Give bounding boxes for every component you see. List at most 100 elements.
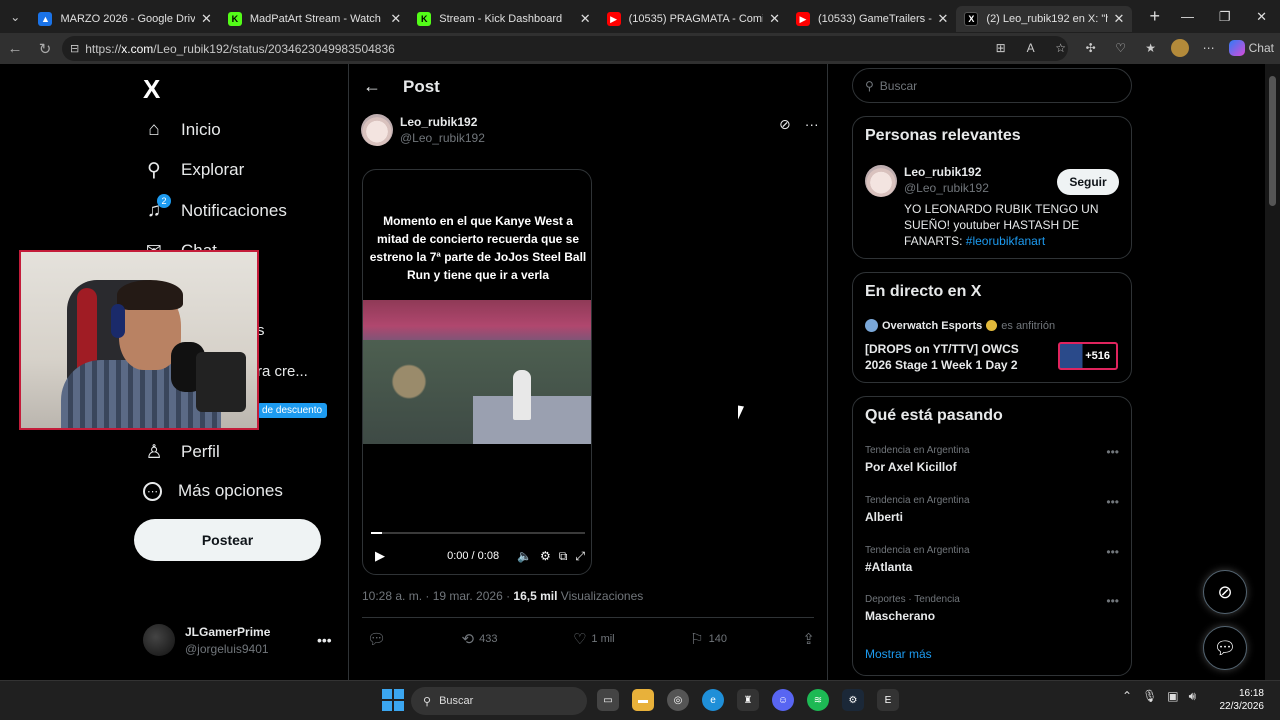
browser-tab[interactable]: ▲ MARZO 2026 - Google Drive ✕ <box>30 6 219 32</box>
nav-item-home[interactable]: ⌂ Inicio <box>143 119 220 141</box>
browser-tab[interactable]: K Stream - Kick Dashboard ✕ <box>409 6 598 32</box>
nav-item-profile[interactable]: ♙ Perfil <box>143 441 219 463</box>
close-icon[interactable]: ✕ <box>580 11 591 27</box>
steam-icon[interactable]: ⚙ <box>842 689 864 711</box>
site-info-icon[interactable]: ⊟ <box>70 42 79 55</box>
nav-item-explore[interactable]: ⚲ Explorar <box>143 159 244 181</box>
trend-item[interactable]: Tendencia en Argentina #Atlanta ••• <box>865 545 1121 574</box>
reply-button[interactable]: 💬︎ <box>367 630 386 648</box>
app-available-icon[interactable]: ⊞ <box>991 38 1011 58</box>
chat-label[interactable]: Chat <box>1249 38 1274 58</box>
new-tab-button[interactable]: + <box>1140 2 1169 32</box>
close-window-icon[interactable]: ✕ <box>1243 0 1280 33</box>
browser-tab[interactable]: ▶ (10535) PRAGMATA - Coming 2 ✕ <box>599 6 788 32</box>
taskbar-clock[interactable]: 16:18 22/3/2026 <box>1218 687 1265 713</box>
settings-more-icon[interactable]: ⋯ <box>1199 38 1219 58</box>
post-author[interactable]: Leo_rubik192 @Leo_rubik192 <box>361 114 485 146</box>
author-name[interactable]: Leo_rubik192 <box>400 115 485 129</box>
repost-button[interactable]: ⟲ 433 <box>462 630 498 648</box>
trend-item[interactable]: Deportes · Tendencia Mascherano ••• <box>865 594 1121 623</box>
more-icon[interactable]: ••• <box>1106 445 1119 459</box>
close-icon[interactable]: ✕ <box>938 11 949 27</box>
network-icon[interactable]: ▣ <box>1167 689 1178 704</box>
spotify-icon[interactable]: ≋ <box>807 689 829 711</box>
task-view-icon[interactable]: ▭ <box>597 689 619 711</box>
volume-icon[interactable]: 🔈 <box>517 549 532 563</box>
nav-item-more[interactable]: ⋯ Más opciones <box>143 481 283 501</box>
more-icon[interactable]: ••• <box>1106 545 1119 559</box>
account-switcher[interactable]: JLGamerPrime @jorgeluis9401 ••• <box>143 624 332 656</box>
trend-item[interactable]: Tendencia en Argentina Por Axel Kicillof… <box>865 445 1121 474</box>
like-button[interactable]: ♡ 1 mil <box>573 630 615 648</box>
volume-icon[interactable]: 🔊︎ <box>1189 689 1197 704</box>
app-icon[interactable]: ◎ <box>667 689 689 711</box>
grok-fab-icon[interactable]: ⊘ <box>1203 570 1247 614</box>
video-progress-bar[interactable] <box>371 532 585 534</box>
taskbar-search[interactable]: ⚲ Buscar <box>411 687 587 715</box>
post-timestamp[interactable]: 10:28 a. m. · 19 mar. 2026 · <box>362 589 513 603</box>
favorite-star-icon[interactable]: ☆ <box>1051 38 1071 58</box>
picture-in-picture-icon[interactable]: ⧉ <box>559 549 568 564</box>
back-icon[interactable]: ← <box>0 34 30 64</box>
favorites-icon[interactable]: ★ <box>1141 38 1161 58</box>
epic-games-icon[interactable]: E <box>877 689 899 711</box>
relevant-person[interactable]: Leo_rubik192 @Leo_rubik192 <box>865 165 989 197</box>
more-icon[interactable]: ··· <box>805 116 819 133</box>
close-icon[interactable]: ✕ <box>1114 11 1125 27</box>
back-arrow-icon[interactable]: ← <box>363 76 381 97</box>
browser-tab[interactable]: ▶ (10533) GameTrailers - YouTube ✕ <box>788 6 956 32</box>
url-input[interactable]: ⊟ https://x.com/Leo_rubik192/status/2034… <box>62 36 1068 61</box>
live-stream-title[interactable]: [DROPS on YT/TTV] OWCS 2026 Stage 1 Week… <box>865 341 1045 373</box>
windows-start-icon[interactable] <box>382 689 404 711</box>
follow-button[interactable]: Seguir <box>1057 169 1119 195</box>
refresh-icon[interactable]: ↻ <box>30 34 60 64</box>
app-icon[interactable]: ♜ <box>737 689 759 711</box>
post-button[interactable]: Postear <box>134 519 321 561</box>
nav-partial-label-creators[interactable]: ra cre... <box>257 363 308 380</box>
browser-tab-active[interactable]: X (2) Leo_rubik192 en X: "https:// ✕ <box>956 6 1133 32</box>
scrollbar-thumb[interactable] <box>1269 76 1276 206</box>
discord-icon[interactable]: ☺ <box>772 689 794 711</box>
browser-essentials-icon[interactable]: ♡ <box>1111 38 1131 58</box>
minimize-icon[interactable]: — <box>1169 0 1206 33</box>
grok-icon[interactable]: ⊘ <box>779 116 791 133</box>
restore-icon[interactable]: ❐ <box>1206 0 1243 33</box>
x-logo-icon[interactable]: X <box>143 74 160 105</box>
live-listener-count[interactable]: +516 <box>1058 342 1118 370</box>
tab-actions-menu-button[interactable]: ⌄ <box>0 0 30 33</box>
messages-fab-icon[interactable]: 💬︎ <box>1203 626 1247 670</box>
avatar[interactable] <box>865 165 897 197</box>
edge-browser-icon[interactable]: e <box>702 689 724 711</box>
trend-item[interactable]: Tendencia en Argentina Alberti ••• <box>865 495 1121 524</box>
close-icon[interactable]: ✕ <box>769 11 780 27</box>
settings-icon[interactable]: ⚙ <box>540 549 551 563</box>
microphone-icon[interactable]: 🎙︎ <box>1142 689 1157 704</box>
more-icon[interactable]: ••• <box>1106 495 1119 509</box>
video-player[interactable]: Momento en el que Kanye West a mitad de … <box>362 169 592 575</box>
avatar[interactable] <box>361 114 393 146</box>
browser-tab[interactable]: K MadPatArt Stream - Watch ✕ <box>220 6 409 32</box>
nav-item-notifications[interactable]: ♫ 2 Notificaciones <box>143 194 287 222</box>
close-icon[interactable]: ✕ <box>390 11 401 27</box>
copilot-icon[interactable] <box>1228 40 1245 56</box>
chevron-up-icon[interactable]: ⌃ <box>1122 689 1132 704</box>
page-scrollbar[interactable] <box>1265 64 1280 680</box>
extensions-icon[interactable]: ✣ <box>1081 38 1101 58</box>
fullscreen-icon[interactable]: ⤢ <box>575 549 585 564</box>
person-handle[interactable]: @Leo_rubik192 <box>904 181 989 195</box>
file-explorer-icon[interactable]: ▬ <box>632 689 654 711</box>
profile-avatar[interactable] <box>1170 39 1189 57</box>
more-icon[interactable]: ••• <box>317 632 332 648</box>
author-handle[interactable]: @Leo_rubik192 <box>400 131 485 145</box>
read-aloud-icon[interactable]: A <box>1021 38 1041 58</box>
video-frame[interactable] <box>363 300 591 444</box>
person-name[interactable]: Leo_rubik192 <box>904 165 989 179</box>
more-icon[interactable]: ••• <box>1106 594 1119 608</box>
live-host[interactable]: Overwatch Esports es anfitrión <box>865 319 1055 332</box>
play-icon[interactable]: ▶ <box>375 548 385 564</box>
share-button[interactable]: ⇪ <box>802 630 815 648</box>
show-more-link[interactable]: Mostrar más <box>865 647 932 661</box>
bookmark-button[interactable]: ⚐ 140 <box>690 630 727 648</box>
bio-hashtag-link[interactable]: #leorubikfanart <box>966 234 1045 248</box>
close-icon[interactable]: ✕ <box>201 11 212 27</box>
